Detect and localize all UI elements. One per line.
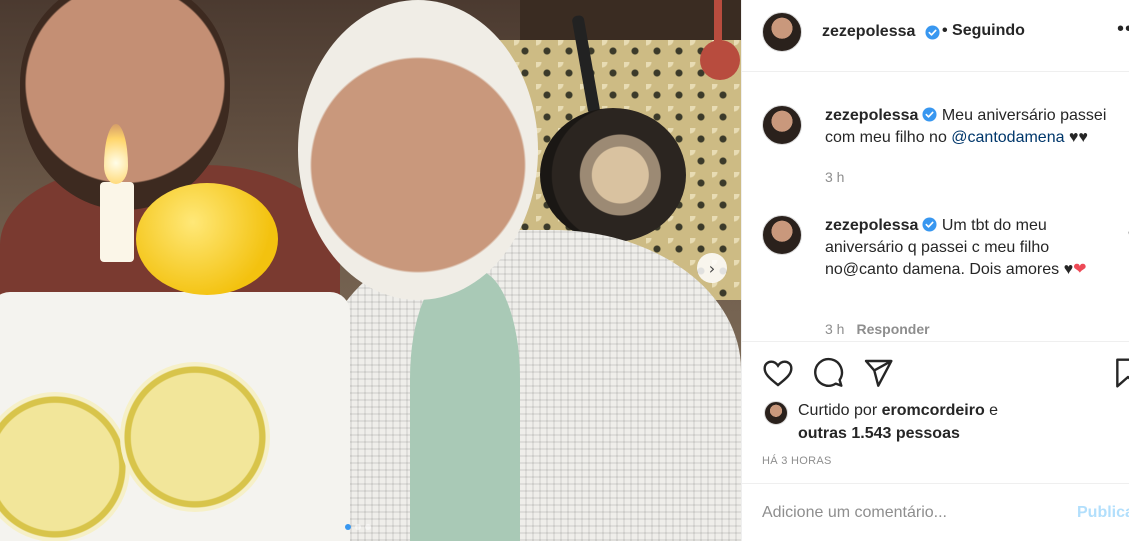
caption-body: zezepolessa Meu aniversário passei com m… (825, 105, 1125, 149)
woman-face (298, 0, 538, 300)
post-photo[interactable]: › (0, 0, 741, 541)
frying-pan (540, 108, 686, 242)
avatar[interactable] (762, 12, 802, 52)
header-username[interactable]: zezepolessa (822, 23, 915, 41)
comment: zezepolessa Um tbt do meu aniversário q … (762, 215, 1129, 341)
likes-summary: Curtido por eromcordeiro e outras 1.543 … (762, 397, 1122, 447)
carousel-dot (345, 524, 351, 530)
lemon (136, 183, 278, 295)
verified-icon (925, 25, 940, 40)
ladle-handle (714, 0, 722, 44)
candle (100, 182, 134, 262)
verified-icon (922, 217, 937, 232)
comment-time[interactable]: 3 h (825, 321, 844, 337)
post-side-panel: zezepolessa • Seguindo ••• zezepolessa M… (741, 0, 1129, 541)
cake (0, 292, 350, 541)
liker-username[interactable]: eromcordeiro (882, 402, 985, 419)
caption-suffix: ♥♥ (1064, 129, 1088, 146)
likes-mid: e (984, 402, 999, 419)
follow-status[interactable]: • Seguindo (942, 22, 1025, 40)
carousel-dot (355, 524, 361, 530)
caption-username[interactable]: zezepolessa (825, 107, 918, 124)
likes-text: Curtido por eromcordeiro e outras 1.543 … (798, 399, 998, 445)
carousel-next-icon[interactable]: › (697, 253, 727, 283)
verified-icon (922, 107, 937, 122)
action-bar (742, 343, 1129, 403)
publish-button[interactable]: Publicar (1077, 504, 1129, 522)
reply-button[interactable]: Responder (856, 321, 929, 337)
comment-bubble-icon[interactable] (812, 357, 844, 389)
caption-meta: 3 h (825, 169, 844, 185)
comment-input[interactable] (762, 498, 1052, 528)
post-timestamp[interactable]: HÁ 3 HORAS (762, 455, 832, 467)
add-comment-bar: Publicar (742, 483, 1129, 541)
lemon-slice (120, 362, 270, 512)
caption-time[interactable]: 3 h (825, 169, 844, 185)
avatar[interactable] (762, 215, 802, 255)
ladle (700, 40, 740, 80)
mention-link[interactable]: @cantodamena (951, 129, 1064, 146)
likes-others[interactable]: outras 1.543 pessoas (798, 425, 960, 442)
share-paper-plane-icon[interactable] (862, 357, 894, 389)
comment-username[interactable]: zezepolessa (825, 217, 918, 234)
carousel-dot (365, 524, 371, 530)
carousel-dots (345, 524, 371, 530)
comment-body: zezepolessa Um tbt do meu aniversário q … (825, 215, 1105, 281)
more-options-icon[interactable]: ••• (1117, 18, 1129, 41)
red-heart-emoji: ❤ (1073, 261, 1087, 278)
comment-meta: 3 h Responder (825, 321, 930, 337)
wooden-beam (520, 0, 741, 42)
like-heart-icon[interactable] (762, 357, 794, 389)
post-header: zezepolessa • Seguindo ••• (742, 0, 1129, 72)
likes-prefix: Curtido por (798, 402, 882, 419)
comments-list: zezepolessa Meu aniversário passei com m… (742, 72, 1129, 342)
save-bookmark-icon[interactable] (1112, 357, 1129, 389)
woman-shirt (410, 270, 520, 541)
caption: zezepolessa Meu aniversário passei com m… (762, 105, 1122, 195)
liker-avatar[interactable] (764, 401, 788, 425)
avatar[interactable] (762, 105, 802, 145)
lemon-slice (0, 392, 130, 541)
